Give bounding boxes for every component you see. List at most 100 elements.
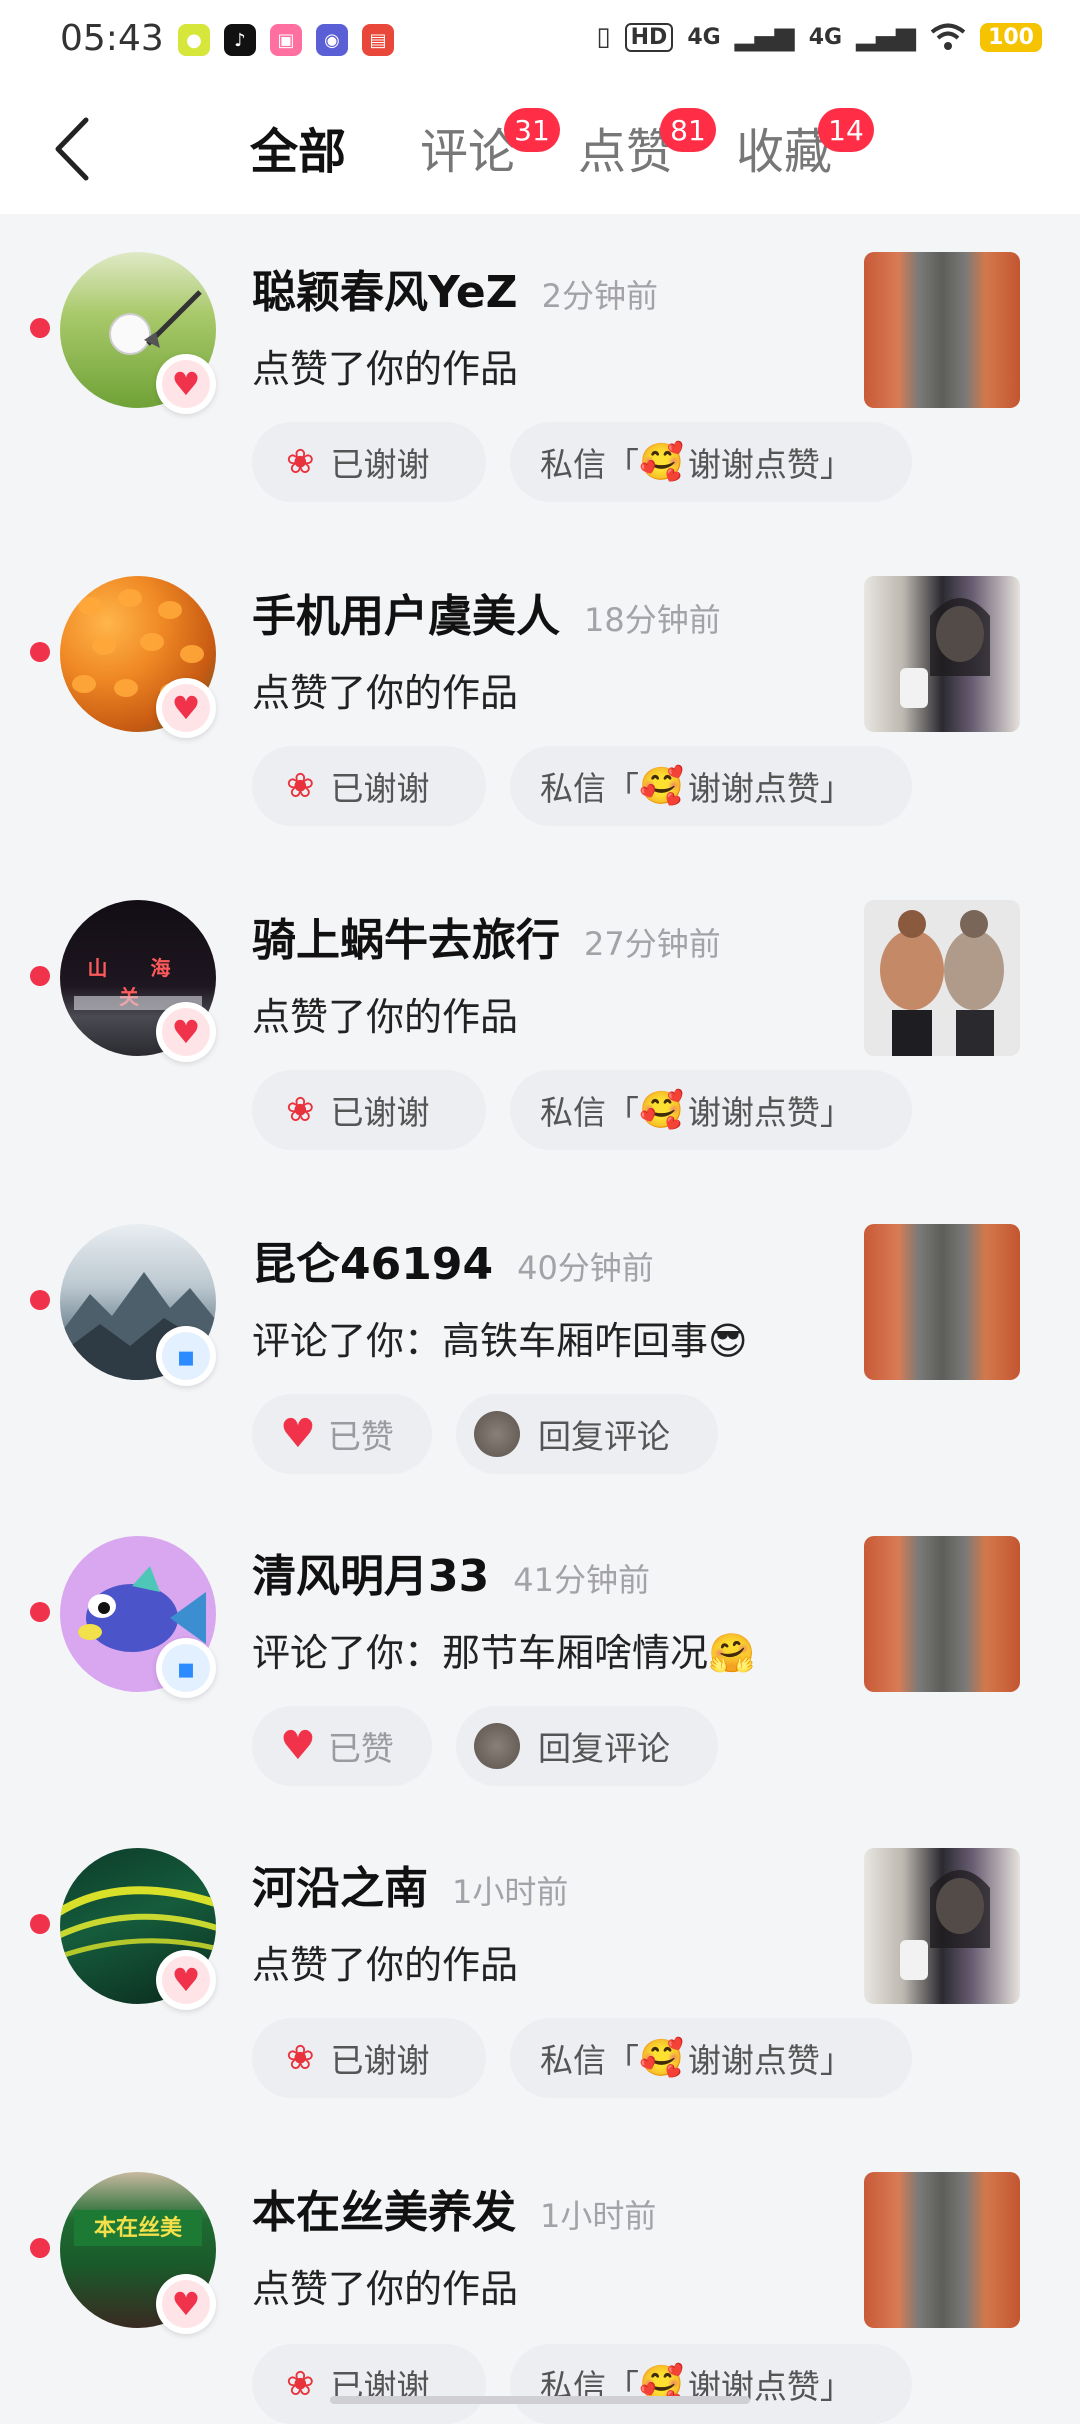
user-name-text: 清风明月33: [252, 1551, 490, 1602]
girl-photo-image: [900, 598, 990, 708]
chat-bubble-icon: ▪: [176, 1339, 196, 1373]
reply-comment-button[interactable]: 回复评论: [456, 1394, 718, 1474]
rose-icon: ❀: [286, 1090, 315, 1130]
tab-likes[interactable]: 点赞: [578, 112, 674, 182]
hd-icon: HD: [624, 22, 674, 52]
thanked-button[interactable]: ❀ 已谢谢: [252, 2018, 486, 2098]
rose-icon: ❀: [286, 442, 315, 482]
heart-icon: ♥: [171, 1961, 201, 1999]
status-time: 05:43: [60, 18, 164, 59]
user-name[interactable]: 河沿之南 1小时前: [252, 1852, 568, 1916]
tab-comments[interactable]: 评论: [420, 112, 516, 182]
post-thumbnail[interactable]: [864, 576, 1020, 732]
dm-suffix: 」: [819, 769, 853, 808]
user-name[interactable]: 骑上蜗牛去旅行 27分钟前: [252, 904, 721, 968]
likes-count-badge: 81: [660, 108, 716, 152]
user-name[interactable]: 清风明月33 41分钟前: [252, 1540, 650, 1604]
user-name[interactable]: 昆仑46194 40分钟前: [252, 1228, 654, 1292]
thanked-label: 已谢谢: [330, 2041, 430, 2080]
like-badge: ♥: [156, 1950, 216, 2010]
comments-count-badge: 31: [504, 108, 560, 152]
blush-emoji-icon: 🥰: [639, 442, 684, 483]
thanked-button[interactable]: ❀ 已谢谢: [252, 1070, 486, 1150]
heart-icon: ♥: [171, 689, 201, 727]
vibrate-icon: ▯: [596, 22, 611, 52]
unread-dot: [30, 1602, 50, 1622]
favorites-count-badge: 14: [818, 108, 874, 152]
timestamp: 18分钟前: [584, 601, 721, 639]
rose-icon: ❀: [286, 2038, 315, 2078]
dm-thanks-button[interactable]: 私信「 🥰 谢谢点赞 」: [510, 746, 912, 826]
user-name[interactable]: 手机用户虞美人 18分钟前: [252, 580, 721, 644]
user-name-text: 河沿之南: [252, 1863, 428, 1914]
post-thumbnail[interactable]: [864, 2172, 1020, 2328]
post-thumbnail[interactable]: [864, 252, 1020, 408]
status-bar: 05:43 ● ♪ ▣ ◉ ▤ ▯ HD 4G ▂▄▆ 4G ▂▄▆ 100: [0, 0, 1080, 84]
reply-label: 回复评论: [538, 1729, 670, 1768]
thanked-label: 已谢谢: [330, 769, 430, 808]
user-name-text: 昆仑46194: [252, 1239, 494, 1290]
unread-dot: [30, 2238, 50, 2258]
dm-prefix: 私信「: [540, 445, 639, 484]
post-thumbnail[interactable]: [864, 1536, 1020, 1692]
timestamp: 40分钟前: [517, 1249, 654, 1287]
comment-text: 评论了你：那节车厢啥情况🤗: [252, 1631, 756, 1675]
like-badge: ♥: [156, 678, 216, 738]
back-button[interactable]: [46, 114, 106, 184]
liked-button[interactable]: ♥ 已赞: [252, 1706, 432, 1786]
blush-emoji-icon: 🥰: [639, 1090, 684, 1131]
girl-photo-image: [900, 1870, 990, 1980]
user-name[interactable]: 本在丝美养发 1小时前: [252, 2176, 656, 2240]
tab-all[interactable]: 全部: [250, 112, 346, 182]
dm-thanks-button[interactable]: 私信「 🥰 谢谢点赞 」: [510, 2344, 912, 2424]
dm-suffix: 」: [819, 445, 853, 484]
app-icon-4: ◉: [316, 24, 348, 56]
post-thumbnail[interactable]: [864, 1848, 1020, 2004]
timestamp: 1小时前: [452, 1873, 569, 1911]
post-thumbnail[interactable]: [864, 900, 1020, 1056]
dm-suffix: 」: [819, 2367, 853, 2406]
rose-icon: ❀: [286, 766, 315, 806]
user-name-text: 骑上蜗牛去旅行: [252, 915, 560, 966]
timestamp: 27分钟前: [584, 925, 721, 963]
thanked-button[interactable]: ❀ 已谢谢: [252, 422, 486, 502]
tab-favorites[interactable]: 收藏: [736, 112, 832, 182]
shop-sign-text: 本在丝美: [74, 2210, 202, 2246]
thanked-button[interactable]: ❀ 已谢谢: [252, 746, 486, 826]
heart-icon: ♥: [280, 1723, 316, 1769]
heart-icon: ♥: [280, 1411, 316, 1457]
comment-badge: ▪: [156, 1638, 216, 1698]
dm-thanks-button[interactable]: 私信「 🥰 谢谢点赞 」: [510, 1070, 912, 1150]
thanked-label: 已谢谢: [330, 445, 430, 484]
dm-prefix: 私信「: [540, 2041, 639, 2080]
dm-suffix: 」: [819, 1093, 853, 1132]
battery-indicator: 100: [980, 22, 1042, 52]
reply-avatar-icon: [474, 1411, 520, 1457]
like-badge: ♥: [156, 354, 216, 414]
timestamp: 1小时前: [540, 2197, 657, 2235]
app-icon-1: ●: [178, 24, 210, 56]
heart-icon: ♥: [171, 2285, 201, 2323]
dm-text: 谢谢点赞: [687, 769, 820, 808]
status-app-icons: ● ♪ ▣ ◉ ▤: [178, 24, 394, 56]
action-text: 点赞了你的作品: [252, 347, 519, 391]
signal-icon-2: ▂▄▆: [856, 22, 917, 52]
tiktok-icon: ♪: [224, 24, 256, 56]
app-icon-5: ▤: [362, 24, 394, 56]
post-thumbnail[interactable]: [864, 1224, 1020, 1380]
home-indicator[interactable]: [330, 2396, 750, 2404]
dm-prefix: 私信「: [540, 1093, 639, 1132]
thanked-label: 已谢谢: [330, 1093, 430, 1132]
liked-label: 已赞: [327, 1417, 394, 1456]
dm-thanks-button[interactable]: 私信「 🥰 谢谢点赞 」: [510, 422, 912, 502]
status-right: ▯ HD 4G ▂▄▆ 4G ▂▄▆ 100: [596, 22, 1042, 52]
liked-button[interactable]: ♥ 已赞: [252, 1394, 432, 1474]
user-name-text: 聪颖春风YeZ: [252, 267, 518, 318]
comment-text: 评论了你：高铁车厢咋回事😎: [252, 1319, 748, 1363]
thanked-button[interactable]: ❀ 已谢谢: [252, 2344, 486, 2424]
user-name[interactable]: 聪颖春风YeZ 2分钟前: [252, 256, 658, 320]
dm-thanks-button[interactable]: 私信「 🥰 谢谢点赞 」: [510, 2018, 912, 2098]
reply-comment-button[interactable]: 回复评论: [456, 1706, 718, 1786]
blush-emoji-icon: 🥰: [639, 2038, 684, 2079]
chat-bubble-icon: ▪: [176, 1651, 196, 1685]
